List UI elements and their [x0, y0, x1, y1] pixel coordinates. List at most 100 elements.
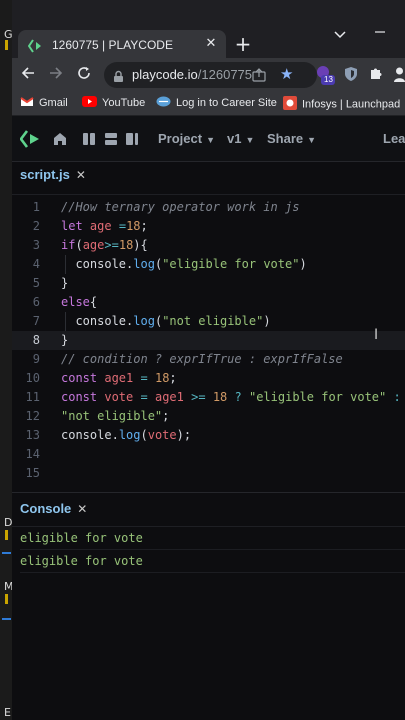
code-line[interactable]: 1 //How ternary operator work in js	[12, 198, 405, 217]
code-text: console.log(vote);	[61, 428, 192, 442]
chevron-down-icon: ▼	[245, 135, 255, 145]
code-text: //How ternary operator work in js	[61, 200, 300, 214]
code-line[interactable]: 3 if(age>=18){	[12, 236, 405, 255]
code-line[interactable]: 6 else{	[12, 293, 405, 312]
menu-project[interactable]: Project ▼	[158, 131, 215, 146]
line-number: 9	[32, 352, 40, 366]
browser-window: 1260775 | PLAYCODE ✕ + playcode.io/12607…	[12, 0, 405, 720]
background-glyph: E	[4, 706, 11, 719]
background-marker	[2, 552, 11, 554]
code-line[interactable]: 11 const vote = age1 >= 18 ? "eligible fo…	[12, 388, 405, 407]
bookmark-infosys[interactable]: Infosys | Launchpad	[283, 96, 400, 113]
chevron-down-icon: ▼	[307, 135, 317, 145]
code-text: }	[61, 276, 69, 290]
menu-project-label: Project	[158, 131, 203, 146]
code-line[interactable]: 5}	[12, 274, 405, 293]
background-marker	[2, 618, 11, 620]
gmail-icon	[20, 96, 34, 110]
back-button[interactable]	[18, 65, 38, 85]
line-number: 12	[25, 409, 40, 423]
infosys-icon	[283, 96, 297, 113]
code-text: const vote = age1 >= 18 ? "eligible for …	[61, 390, 401, 404]
chevron-down-icon: ▼	[206, 135, 215, 145]
code-text: console.log("eligible for vote")	[75, 257, 307, 271]
code-line[interactable]: 2 let age =18;	[12, 217, 405, 236]
console-log-entry: eligible for vote	[20, 550, 405, 573]
playcode-header: Project▼ v1▼ Share▼ Lear	[12, 116, 405, 162]
menu-learn[interactable]: Lear	[383, 131, 405, 146]
layout-columns-icon[interactable]	[82, 131, 96, 150]
playcode-logo-icon[interactable]	[19, 128, 42, 154]
extension-badge: 13	[324, 75, 333, 84]
tab-strip: 1260775 | PLAYCODE ✕ +	[12, 0, 405, 62]
layout-rows-icon[interactable]	[104, 131, 118, 150]
bookmark-star-icon[interactable]: ★	[280, 65, 293, 83]
code-text: let age =18;	[61, 219, 148, 233]
youtube-icon	[82, 96, 97, 110]
code-line[interactable]: 8}	[12, 331, 405, 350]
new-tab-button[interactable]: +	[232, 33, 254, 55]
line-number: 5	[32, 276, 40, 290]
tab-close-icon[interactable]: ✕	[202, 35, 220, 53]
url-host: playcode.io	[132, 67, 198, 82]
code-line[interactable]: 4 console.log("eligible for vote")	[12, 255, 405, 274]
minimize-icon[interactable]	[374, 26, 386, 41]
code-line[interactable]: 7 console.log("not eligible")	[12, 312, 405, 331]
background-marker	[5, 594, 8, 604]
extensions-puzzle-icon[interactable]	[369, 66, 384, 85]
line-number: 11	[25, 390, 40, 404]
profile-icon[interactable]	[394, 66, 405, 86]
shield-extension-icon[interactable]	[344, 66, 358, 86]
background-marker	[5, 40, 8, 50]
home-icon[interactable]	[53, 131, 67, 150]
address-bar[interactable]: playcode.io/1260775 ★	[104, 62, 317, 88]
bookmark-label: Infosys | Launchpad	[302, 98, 401, 111]
reload-button[interactable]	[74, 65, 94, 85]
bookmark-youtube[interactable]: YouTube	[82, 96, 145, 110]
tab-console[interactable]: Console ✕	[20, 501, 87, 516]
console-panel: Console ✕ eligible for vote eligible for …	[12, 492, 405, 720]
console-tab-label: Console	[20, 501, 72, 516]
forward-button[interactable]	[46, 65, 66, 85]
code-editor[interactable]: script.js ✕ 1 //How ternary operator work …	[12, 162, 405, 492]
code-text: if(age>=18){	[61, 238, 148, 252]
code-text: else{	[61, 295, 98, 309]
bookmark-label: YouTube	[102, 96, 146, 109]
line-number: 10	[25, 371, 40, 385]
file-tab-script[interactable]: script.js ✕	[20, 167, 86, 182]
menu-version[interactable]: v1 ▼	[227, 131, 254, 146]
console-log-entry: eligible for vote	[20, 527, 405, 550]
code-line[interactable]: 12 "not eligible";	[12, 407, 405, 426]
share-page-icon[interactable]	[252, 67, 266, 86]
browser-toolbar: playcode.io/1260775 ★ 13	[12, 58, 405, 92]
close-icon[interactable]: ✕	[77, 502, 87, 516]
bookmark-label: Gmail	[39, 96, 68, 109]
text-cursor-icon: I	[374, 327, 379, 343]
lock-icon[interactable]	[113, 68, 124, 87]
code-line[interactable]: 14	[12, 445, 405, 464]
code-line[interactable]: 13 console.log(vote);	[12, 426, 405, 445]
code-line[interactable]: 9 // condition ? exprIfTrue : exprIfFalse	[12, 350, 405, 369]
code-line[interactable]: 10 const age1 = 18;	[12, 369, 405, 388]
bookmark-gmail[interactable]: Gmail	[20, 96, 68, 110]
code-line[interactable]: 15	[12, 464, 405, 483]
close-icon[interactable]: ✕	[76, 168, 86, 182]
line-number: 8	[32, 333, 40, 347]
code-area[interactable]: 1 //How ternary operator work in js 2 let a…	[12, 198, 405, 483]
tab-search-icon[interactable]	[334, 28, 346, 42]
code-text: // condition ? exprIfTrue : exprIfFalse	[61, 352, 343, 366]
line-number: 13	[25, 428, 40, 442]
extension-icon[interactable]: 13	[315, 64, 335, 90]
url-path: /1260775	[197, 67, 253, 82]
layout-split-icon[interactable]	[125, 131, 139, 150]
menu-share[interactable]: Share ▼	[267, 131, 316, 146]
code-text: "not eligible";	[61, 409, 170, 423]
line-number: 6	[32, 295, 40, 309]
line-number: 14	[25, 447, 40, 461]
file-tab-label: script.js	[20, 167, 70, 182]
line-number: 1	[32, 200, 40, 214]
bookmark-career-site[interactable]: Log in to Career Site	[156, 96, 277, 110]
line-number: 2	[32, 219, 40, 233]
file-tab-divider	[12, 194, 405, 195]
url-text: playcode.io/1260775	[132, 67, 252, 82]
